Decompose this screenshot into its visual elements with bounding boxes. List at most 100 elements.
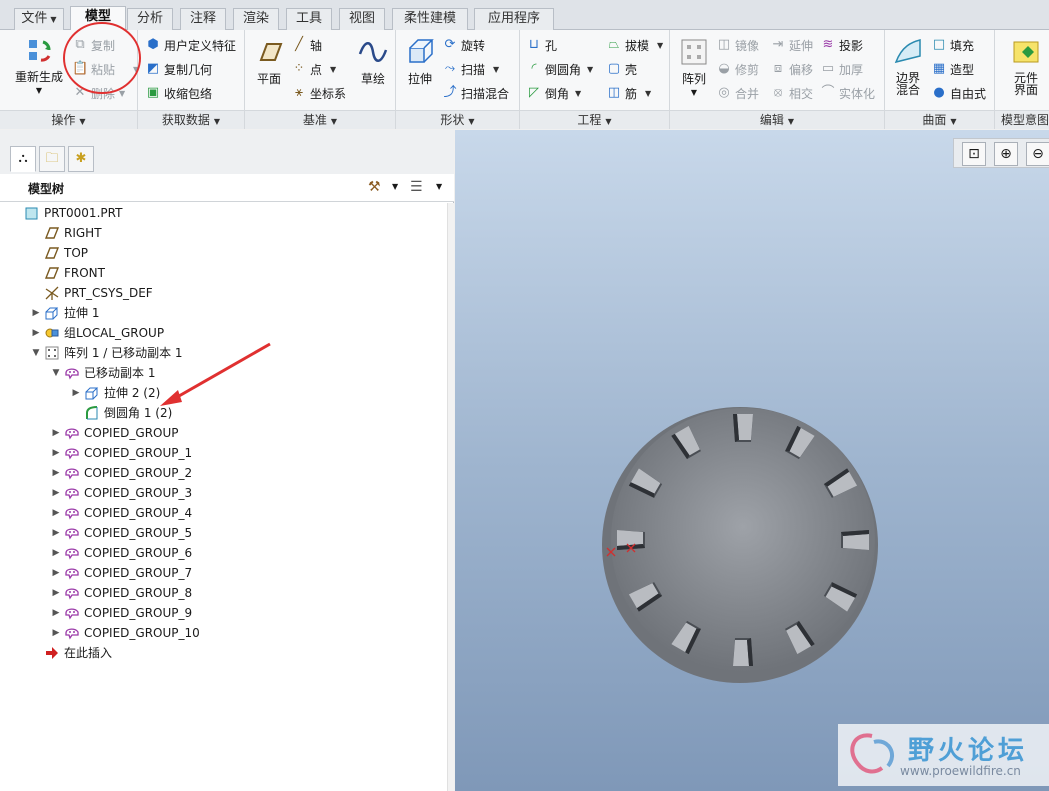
extrude-button[interactable]: 拉伸 [400,36,440,86]
group-label-model-intent[interactable]: 模型意图 [995,110,1049,129]
hole-button[interactable]: ⊔ 孔 [526,34,557,56]
tree-item[interactable]: ▼ 已移动副本 1 [50,363,156,383]
tree-item[interactable]: ▶ COPIED_GROUP_1 [50,443,193,463]
group-label-engineering[interactable]: 工程 ▼ [520,110,669,129]
tree-item[interactable]: ▶ COPIED_GROUP_8 [50,583,193,603]
group-label-editing[interactable]: 编辑 ▼ [670,110,884,129]
tab-tools[interactable]: 工具 [286,8,332,30]
shrinkwrap-button[interactable]: ▣ 收缩包络 [145,82,212,104]
expand-icon[interactable]: ▶ [50,523,62,543]
tab-flexible-modeling[interactable]: 柔性建模 [392,8,468,30]
tab-view[interactable]: 视图 [339,8,385,30]
expand-icon[interactable]: ▶ [50,463,62,483]
sweep-button[interactable]: ⤳ 扫描 ▼ [442,58,499,80]
tree-item[interactable]: ▶ COPIED_GROUP_7 [50,563,193,583]
group-label-get-data[interactable]: 获取数据 ▼ [138,110,244,129]
tree-item[interactable]: ▶ COPIED_GROUP_5 [50,523,193,543]
axis-button[interactable]: ╱ 轴 [291,34,322,56]
trim-button[interactable]: ◒ 修剪 [716,58,759,80]
project-button[interactable]: ≋ 投影 [820,34,863,56]
swept-blend-button[interactable]: ⤴ 扫描混合 [442,82,509,104]
point-button[interactable]: ⁘ 点 ▼ [291,58,337,80]
tree-item[interactable]: ▶ 组LOCAL_GROUP [30,323,165,343]
revolve-button[interactable]: ⟳ 旋转 [442,34,485,56]
part-model[interactable] [595,400,885,690]
tree-item[interactable]: 在此插入 [30,643,112,663]
expand-icon[interactable]: ▶ [30,323,42,343]
expand-icon[interactable]: ▶ [50,443,62,463]
group-label-shapes[interactable]: 形状 ▼ [396,110,519,129]
expand-icon[interactable]: ▶ [50,623,62,643]
tree-item[interactable]: ▶ COPIED_GROUP [50,423,179,443]
thicken-button[interactable]: ▭ 加厚 [820,58,863,80]
chevron-down-icon[interactable]: ▼ [436,182,442,191]
graphics-window[interactable]: ⊡ ⊕ ⊖ 野火论坛 www.proewildfire.cn [455,130,1049,791]
style-button[interactable]: ▦ 造型 [931,58,974,80]
round-button[interactable]: ◜ 倒圆角 ▼ [526,58,593,80]
tree-item[interactable]: PRT_CSYS_DEF [30,283,153,303]
fill-button[interactable]: □ 填充 [931,34,974,56]
tab-applications[interactable]: 应用程序 [474,8,554,30]
tree-item[interactable]: ▶ COPIED_GROUP_9 [50,603,193,623]
plane-button[interactable]: 平面 [249,36,289,86]
tree-item[interactable]: FRONT [30,263,105,283]
group-label-datum[interactable]: 基准 ▼ [245,110,395,129]
favorites-tab[interactable]: ✱ [68,146,94,172]
copy-geometry-button[interactable]: ◩ 复制几何 [145,58,212,80]
collapse-icon[interactable]: ▼ [50,363,62,383]
expand-icon[interactable]: ▶ [50,603,62,623]
offset-button[interactable]: ⧈ 偏移 [770,58,813,80]
tab-file[interactable]: 文件 ▼ [14,8,64,30]
tab-render[interactable]: 渲染 [233,8,279,30]
show-options-icon[interactable]: ☰ [410,179,423,195]
tree-item[interactable]: ▶ COPIED_GROUP_2 [50,463,193,483]
pattern-button[interactable]: 阵列 ▼ [674,36,714,100]
collapse-icon[interactable]: ▼ [30,343,42,363]
axis-label: 轴 [310,38,323,53]
component-interface-button[interactable]: 元件界面 [1003,36,1049,97]
expand-icon[interactable]: ▶ [50,543,62,563]
group-label-operations[interactable]: 操作 ▼ [0,110,137,129]
merge-button[interactable]: ◎ 合并 [716,82,759,104]
expand-icon[interactable]: ▶ [50,423,62,443]
chamfer-button[interactable]: ◸ 倒角 ▼ [526,82,581,104]
expand-icon[interactable]: ▶ [50,503,62,523]
expand-icon[interactable]: ▶ [50,583,62,603]
csys-button[interactable]: ⚹ 坐标系 [291,82,346,104]
expand-icon[interactable]: ▶ [30,303,42,323]
model-tree-scrollbar[interactable] [447,203,454,791]
draft-button[interactable]: ⏢ 拔模 ▼ [606,34,663,56]
pattern-icon [44,345,60,361]
extend-button[interactable]: ⇥ 延伸 [770,34,813,56]
boundary-blend-button[interactable]: 边界混合 [887,36,929,97]
rib-button[interactable]: ◫ 筋 ▼ [606,82,651,104]
expand-icon[interactable]: ▶ [50,483,62,503]
tree-item[interactable]: ▶ COPIED_GROUP_6 [50,543,193,563]
shell-button[interactable]: ▢ 壳 [606,58,637,80]
folder-browser-tab[interactable]: 🗀 [39,146,65,172]
tree-item[interactable]: TOP [30,243,88,263]
zoom-out-button[interactable]: ⊖ [1026,142,1049,166]
tree-item[interactable]: ▶ COPIED_GROUP_10 [50,623,200,643]
tree-item[interactable]: ▶ 拉伸 2 (2) [70,383,161,403]
tree-item[interactable]: ▶ COPIED_GROUP_4 [50,503,193,523]
group-label-surfaces[interactable]: 曲面 ▼ [885,110,994,129]
tab-annotate[interactable]: 注释 [180,8,226,30]
tree-settings-icon[interactable]: ⚒ [368,179,381,195]
expand-icon[interactable]: ▶ [50,563,62,583]
chevron-down-icon[interactable]: ▼ [392,182,398,191]
refit-button[interactable]: ⊡ [962,142,986,166]
tree-item[interactable]: PRT0001.PRT [10,203,122,223]
solidify-button[interactable]: ⌒ 实体化 [820,82,875,104]
tree-item[interactable]: RIGHT [30,223,102,243]
expand-icon[interactable]: ▶ [70,383,82,403]
tree-item[interactable]: ▶ COPIED_GROUP_3 [50,483,193,503]
udf-button[interactable]: ⬢ 用户定义特征 [145,34,236,56]
tree-item[interactable]: ▶ 拉伸 1 [30,303,100,323]
mirror-button[interactable]: ◫ 镜像 [716,34,759,56]
model-tree-tab[interactable]: ⛬ [10,146,36,172]
zoom-in-button[interactable]: ⊕ [994,142,1018,166]
freestyle-button[interactable]: ● 自由式 [931,82,986,104]
sketch-button[interactable]: 草绘 [353,36,393,86]
intersect-button[interactable]: ⦻ 相交 [770,82,813,104]
